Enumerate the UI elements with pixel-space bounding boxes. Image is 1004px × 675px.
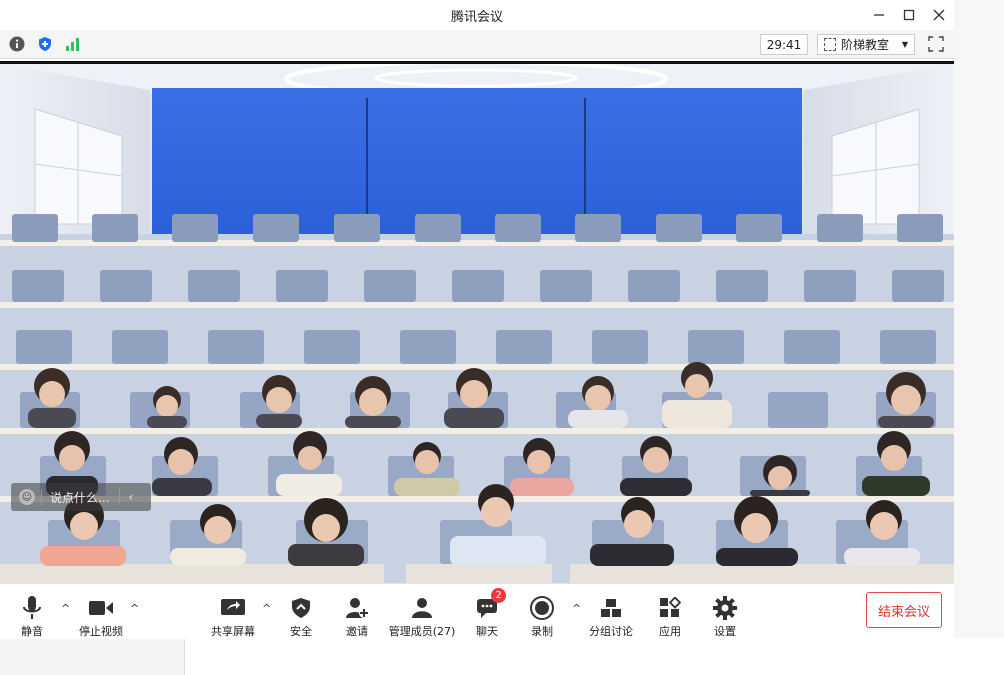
chevron-down-icon: ▼: [901, 40, 908, 49]
security-label: 安全: [290, 625, 312, 638]
stop-video-label: 停止视频: [79, 625, 123, 638]
layout-label: 阶梯教室: [841, 38, 890, 52]
mute-button[interactable]: 静音: [12, 584, 52, 639]
end-meeting-button[interactable]: 结束会议: [866, 592, 942, 628]
side-panel: [954, 0, 1004, 675]
close-icon[interactable]: [928, 4, 950, 26]
shield-icon[interactable]: [36, 35, 54, 53]
audio-options-caret[interactable]: ^: [61, 602, 70, 615]
add-user-icon: [345, 594, 369, 622]
chat-button[interactable]: 2 聊天: [468, 584, 506, 639]
chat-quick-input[interactable]: ☺ 说点什么... ‹: [11, 483, 151, 511]
layout-icon: [824, 38, 836, 51]
settings-label: 设置: [714, 625, 736, 638]
record-button[interactable]: 录制: [523, 584, 561, 639]
video-options-caret[interactable]: ^: [130, 602, 139, 615]
invite-button[interactable]: 邀请: [338, 584, 376, 639]
stop-video-button[interactable]: 停止视频: [74, 584, 128, 639]
apps-label: 应用: [659, 625, 681, 638]
chat-icon: 2: [476, 588, 506, 622]
breakout-button[interactable]: 分组讨论: [586, 584, 636, 639]
breakout-rooms-icon: [600, 594, 622, 622]
security-shield-icon: [291, 594, 311, 622]
record-icon: [530, 594, 554, 622]
manage-members-label: 管理成员(27): [388, 625, 456, 638]
layout-selector[interactable]: 阶梯教室 ▼: [817, 34, 915, 55]
breakout-label: 分组讨论: [589, 625, 633, 638]
mute-label: 静音: [21, 625, 43, 638]
manage-members-button[interactable]: 管理成员(27): [388, 584, 456, 639]
emoji-icon[interactable]: ☺: [19, 489, 35, 505]
status-bar: 29:41 阶梯教室 ▼: [0, 30, 954, 59]
members-icon: [410, 594, 434, 622]
meeting-timer: 29:41: [760, 34, 808, 55]
background-strip: [0, 638, 1004, 675]
share-screen-icon: [220, 594, 246, 622]
info-icon[interactable]: [8, 35, 26, 53]
record-label: 录制: [531, 625, 553, 638]
chat-label: 聊天: [476, 625, 498, 638]
fullscreen-icon[interactable]: [928, 36, 944, 52]
minimize-icon[interactable]: [868, 4, 890, 26]
record-options-caret[interactable]: ^: [572, 602, 581, 615]
share-screen-button[interactable]: 共享屏幕: [208, 584, 258, 639]
maximize-icon[interactable]: [898, 4, 920, 26]
window-title: 腾讯会议: [450, 10, 503, 25]
invite-label: 邀请: [346, 625, 368, 638]
security-button[interactable]: 安全: [282, 584, 320, 639]
microphone-icon: [22, 594, 42, 622]
title-bar: 腾讯会议: [0, 0, 954, 30]
apps-button[interactable]: 应用: [651, 584, 689, 639]
chat-unread-badge: 2: [491, 588, 506, 603]
share-screen-label: 共享屏幕: [211, 625, 255, 638]
signal-icon[interactable]: [64, 35, 82, 53]
share-options-caret[interactable]: ^: [262, 602, 271, 615]
settings-button[interactable]: 设置: [706, 584, 744, 639]
meeting-window: 腾讯会议 29:41 阶梯教室 ▼ ☺ 说点什么... ‹ 静音 ^ 停止视频 …: [0, 0, 954, 639]
gear-icon: [713, 594, 737, 622]
control-bar: 静音 ^ 停止视频 ^ 共享屏幕 ^ 安全 邀请 管理成员(27) 2 聊天 录…: [0, 583, 954, 639]
chat-placeholder: 说点什么...: [50, 490, 110, 505]
collapse-icon[interactable]: ‹: [128, 490, 133, 504]
camera-icon: [88, 594, 114, 622]
apps-icon: [659, 594, 681, 622]
